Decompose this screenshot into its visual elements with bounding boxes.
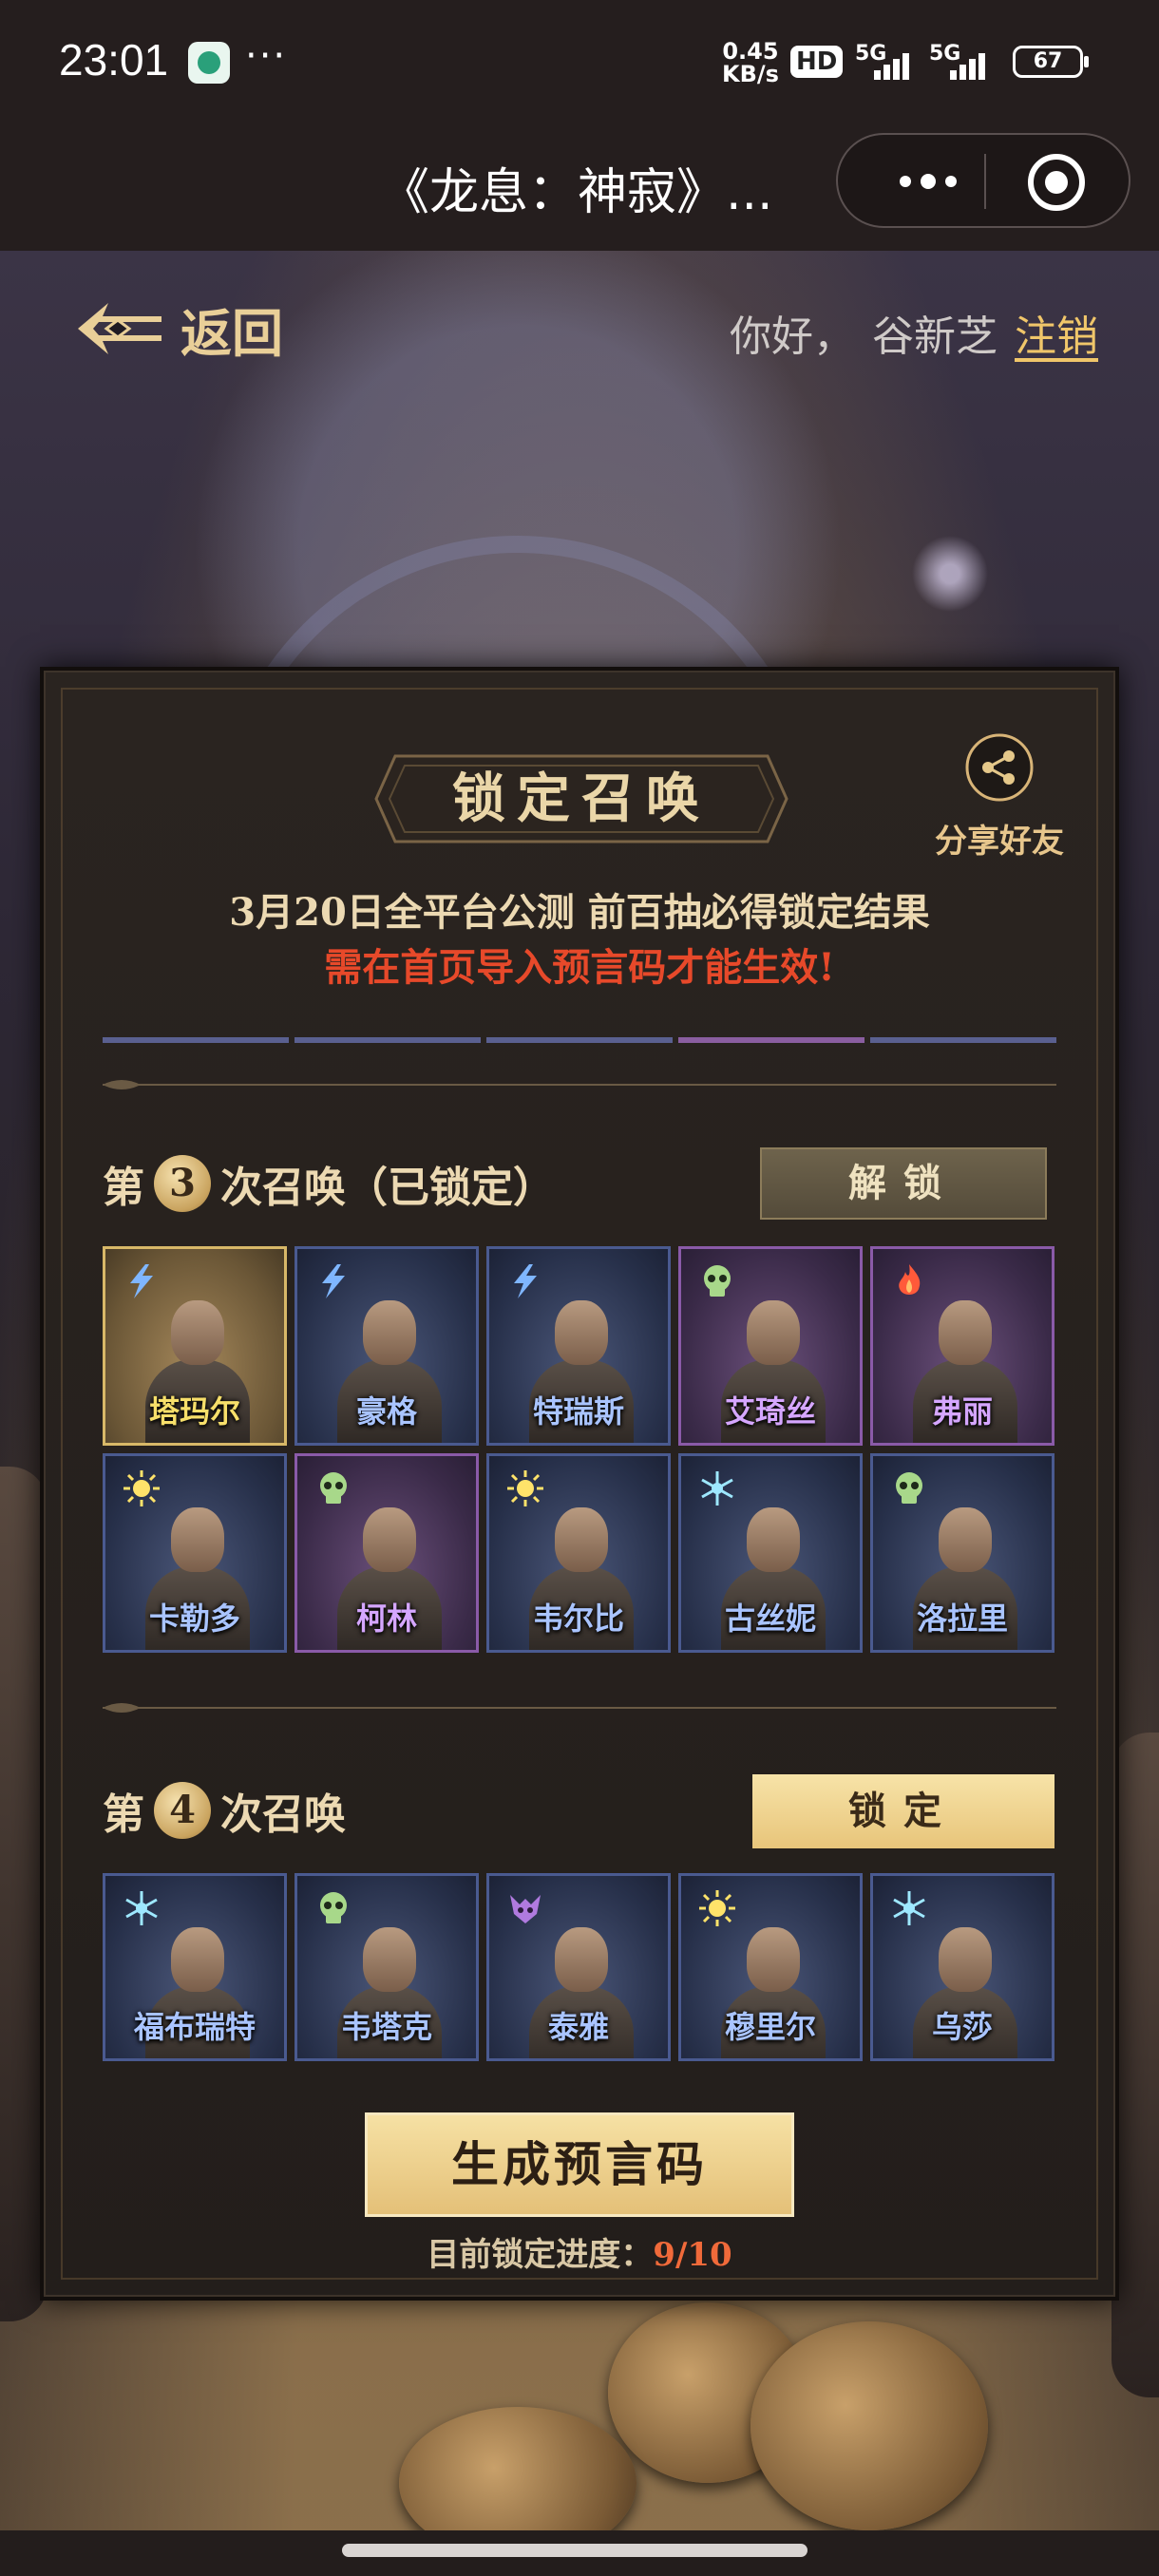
hero-card[interactable]: 柯林 xyxy=(294,1453,479,1653)
lock-progress-value: 9/10 xyxy=(653,2236,732,2274)
hero-name: 艾琦丝 xyxy=(724,1393,816,1430)
hero-name: 柯林 xyxy=(355,1601,417,1637)
status-more: ··· xyxy=(245,34,288,78)
summon-3-prefix: 第 xyxy=(103,1164,144,1212)
panel-title-plaque: 锁定召唤 xyxy=(367,747,796,851)
capsule-menu xyxy=(836,133,1130,228)
signal-icon xyxy=(950,49,998,80)
hd-badge: HD xyxy=(790,46,844,78)
progress-segment xyxy=(103,1037,289,1043)
summon-4-title: 第 4 次召唤 xyxy=(103,1780,346,1841)
hero-name: 洛拉里 xyxy=(916,1601,1008,1637)
lock-progress-label: 目前锁定进度： xyxy=(427,2236,654,2274)
summon-3-suffix: 次召唤（已锁定） xyxy=(220,1164,555,1212)
home-indicator[interactable] xyxy=(342,2544,808,2557)
launch-notice: 3月20日全平台公测 前百抽必得锁定结果 xyxy=(229,890,930,935)
summon-3-hero-grid: 塔玛尔 豪格 特瑞斯 艾琦丝 弗丽卡勒多 柯林 韦尔比 古丝妮 洛拉里 xyxy=(103,1246,1054,1653)
battery-icon: 67 xyxy=(1013,46,1089,78)
user-greeting: 你好， 谷新芝 注销 xyxy=(730,302,1098,363)
hero-name: 福布瑞特 xyxy=(133,2009,256,2045)
summon-4-number: 4 xyxy=(154,1782,211,1839)
page-title: 《龙息：神寂》... xyxy=(380,164,773,221)
progress-segment xyxy=(294,1037,481,1043)
greeting-text: 你好， xyxy=(730,313,855,361)
summon-4-prefix: 第 xyxy=(103,1790,144,1839)
hero-name: 豪格 xyxy=(355,1393,417,1430)
hero-card[interactable]: 泰雅 xyxy=(486,1873,671,2061)
record-close-icon[interactable] xyxy=(1028,154,1085,211)
hero-card[interactable]: 古丝妮 xyxy=(678,1453,863,1653)
summon-progress-segments xyxy=(103,1037,1056,1043)
hero-card[interactable]: 豪格 xyxy=(294,1246,479,1446)
generate-code-button[interactable]: 生成预言码 xyxy=(365,2112,794,2217)
progress-segment xyxy=(678,1037,864,1043)
progress-segment xyxy=(486,1037,673,1043)
back-label: 返回 xyxy=(180,302,283,364)
hero-name: 卡勒多 xyxy=(148,1601,240,1637)
hero-card[interactable]: 韦尔比 xyxy=(486,1453,671,1653)
hero-card[interactable]: 韦塔克 xyxy=(294,1873,479,2061)
divider-ornament xyxy=(103,1703,1056,1713)
import-warning: 需在首页导入预言码才能生效! xyxy=(324,945,835,990)
lock-button[interactable]: 锁定 xyxy=(752,1774,1054,1848)
summon-4-hero-grid: 福布瑞特 韦塔克 泰雅 穆里尔 乌莎 xyxy=(103,1873,1054,2061)
hero-card[interactable]: 特瑞斯 xyxy=(486,1246,671,1446)
unlock-button[interactable]: 解锁 xyxy=(760,1147,1047,1220)
mini-program-title-bar: 《龙息：神寂》... xyxy=(0,123,1159,251)
more-dots-icon[interactable] xyxy=(876,150,980,213)
hero-card[interactable]: 艾琦丝 xyxy=(678,1246,863,1446)
share-icon xyxy=(965,733,1034,802)
hero-name: 韦尔比 xyxy=(532,1601,624,1637)
hero-name: 塔玛尔 xyxy=(148,1393,240,1430)
network-speed-unit: KB/s xyxy=(722,61,779,87)
panel-title: 锁定召唤 xyxy=(452,767,711,830)
hero-name: 古丝妮 xyxy=(724,1601,816,1637)
hero-card[interactable]: 洛拉里 xyxy=(870,1453,1054,1653)
summon-3-title: 第 3 次召唤（已锁定） xyxy=(103,1153,555,1214)
network-speed-value: 0.45 xyxy=(722,38,779,65)
hero-name: 弗丽 xyxy=(931,1393,993,1430)
summon-4-suffix: 次召唤 xyxy=(220,1790,346,1839)
hero-card[interactable]: 穆里尔 xyxy=(678,1873,863,2061)
username: 谷新芝 xyxy=(872,313,998,361)
hero-card[interactable]: 福布瑞特 xyxy=(103,1873,287,2061)
hero-name: 韦塔克 xyxy=(340,2009,432,2045)
logout-link[interactable]: 注销 xyxy=(1015,302,1098,363)
hero-name: 穆里尔 xyxy=(724,2009,816,2045)
hero-name: 特瑞斯 xyxy=(532,1393,624,1430)
network-speed: 0.45 KB/s xyxy=(722,40,779,85)
capsule-divider xyxy=(984,154,986,209)
hero-card[interactable]: 塔玛尔 xyxy=(103,1246,287,1446)
summon-3-number: 3 xyxy=(154,1155,211,1212)
back-button[interactable]: 返回 xyxy=(74,291,283,367)
hero-card[interactable]: 弗丽 xyxy=(870,1246,1054,1446)
status-bar: 23:01 ··· 0.45 KB/s HD 5G 5G 67 xyxy=(0,0,1159,123)
signal-icon xyxy=(874,49,922,80)
hero-card[interactable]: 卡勒多 xyxy=(103,1453,287,1653)
back-arrow-icon xyxy=(78,303,162,354)
share-button[interactable]: 分享好友 xyxy=(923,731,1075,862)
hero-name: 乌莎 xyxy=(931,2009,993,2045)
coin-image xyxy=(750,2321,988,2530)
system-nav-bar xyxy=(0,2530,1159,2576)
share-label: 分享好友 xyxy=(935,823,1064,861)
lock-progress: 目前锁定进度：9/10 xyxy=(0,2228,1159,2275)
status-time: 23:01 xyxy=(59,35,169,85)
divider-ornament xyxy=(103,1080,1056,1089)
progress-segment xyxy=(870,1037,1056,1043)
wechat-mini-icon xyxy=(188,42,230,84)
hero-card[interactable]: 乌莎 xyxy=(870,1873,1054,2061)
hero-name: 泰雅 xyxy=(547,2009,609,2045)
